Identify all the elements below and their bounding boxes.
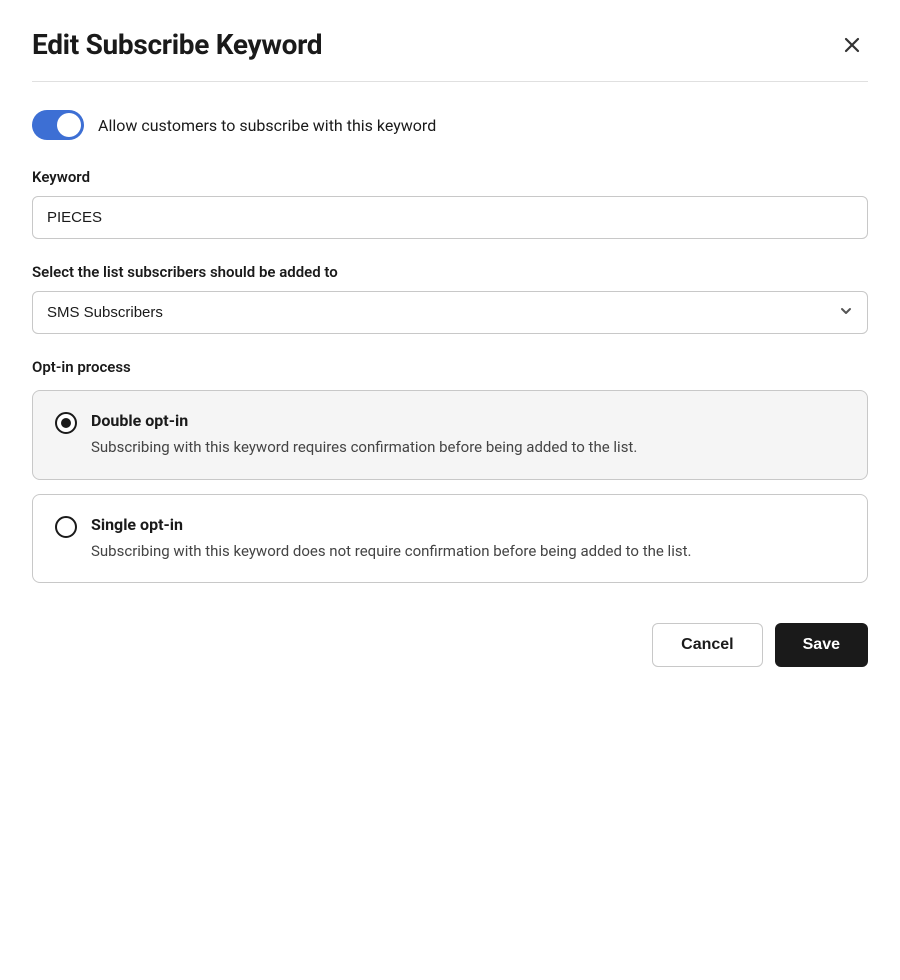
- close-button[interactable]: [836, 29, 868, 61]
- modal-container: Edit Subscribe Keyword Allow customers t…: [0, 0, 900, 699]
- toggle-label: Allow customers to subscribe with this k…: [98, 116, 436, 135]
- opt-in-section: Opt-in process Double opt-in Subscribing…: [32, 358, 868, 583]
- keyword-field-group: Keyword: [32, 168, 868, 239]
- double-opt-in-radio: [55, 412, 77, 434]
- toggle-row: Allow customers to subscribe with this k…: [32, 110, 868, 140]
- single-opt-in-option[interactable]: Single opt-in Subscribing with this keyw…: [32, 494, 868, 584]
- single-opt-in-desc: Subscribing with this keyword does not r…: [91, 540, 845, 563]
- cancel-button[interactable]: Cancel: [652, 623, 762, 667]
- double-opt-in-title: Double opt-in: [91, 411, 845, 430]
- single-opt-in-radio: [55, 516, 77, 538]
- single-opt-in-title: Single opt-in: [91, 515, 845, 534]
- subscribe-toggle[interactable]: [32, 110, 84, 140]
- list-select-wrapper: SMS Subscribers Email Subscribers All Su…: [32, 291, 868, 334]
- double-opt-in-desc: Subscribing with this keyword requires c…: [91, 436, 845, 459]
- keyword-label: Keyword: [32, 168, 868, 186]
- list-label: Select the list subscribers should be ad…: [32, 263, 868, 281]
- single-opt-in-content: Single opt-in Subscribing with this keyw…: [91, 515, 845, 563]
- modal-footer: Cancel Save: [32, 623, 868, 667]
- opt-in-section-label: Opt-in process: [32, 358, 868, 376]
- list-field-group: Select the list subscribers should be ad…: [32, 263, 868, 334]
- header-divider: [32, 81, 868, 82]
- toggle-slider: [32, 110, 84, 140]
- save-button[interactable]: Save: [775, 623, 868, 667]
- modal-title: Edit Subscribe Keyword: [32, 28, 322, 61]
- keyword-input[interactable]: [32, 196, 868, 239]
- double-opt-in-option[interactable]: Double opt-in Subscribing with this keyw…: [32, 390, 868, 480]
- double-opt-in-content: Double opt-in Subscribing with this keyw…: [91, 411, 845, 459]
- modal-header: Edit Subscribe Keyword: [32, 28, 868, 61]
- list-select[interactable]: SMS Subscribers Email Subscribers All Su…: [32, 291, 868, 334]
- close-icon: [840, 33, 864, 57]
